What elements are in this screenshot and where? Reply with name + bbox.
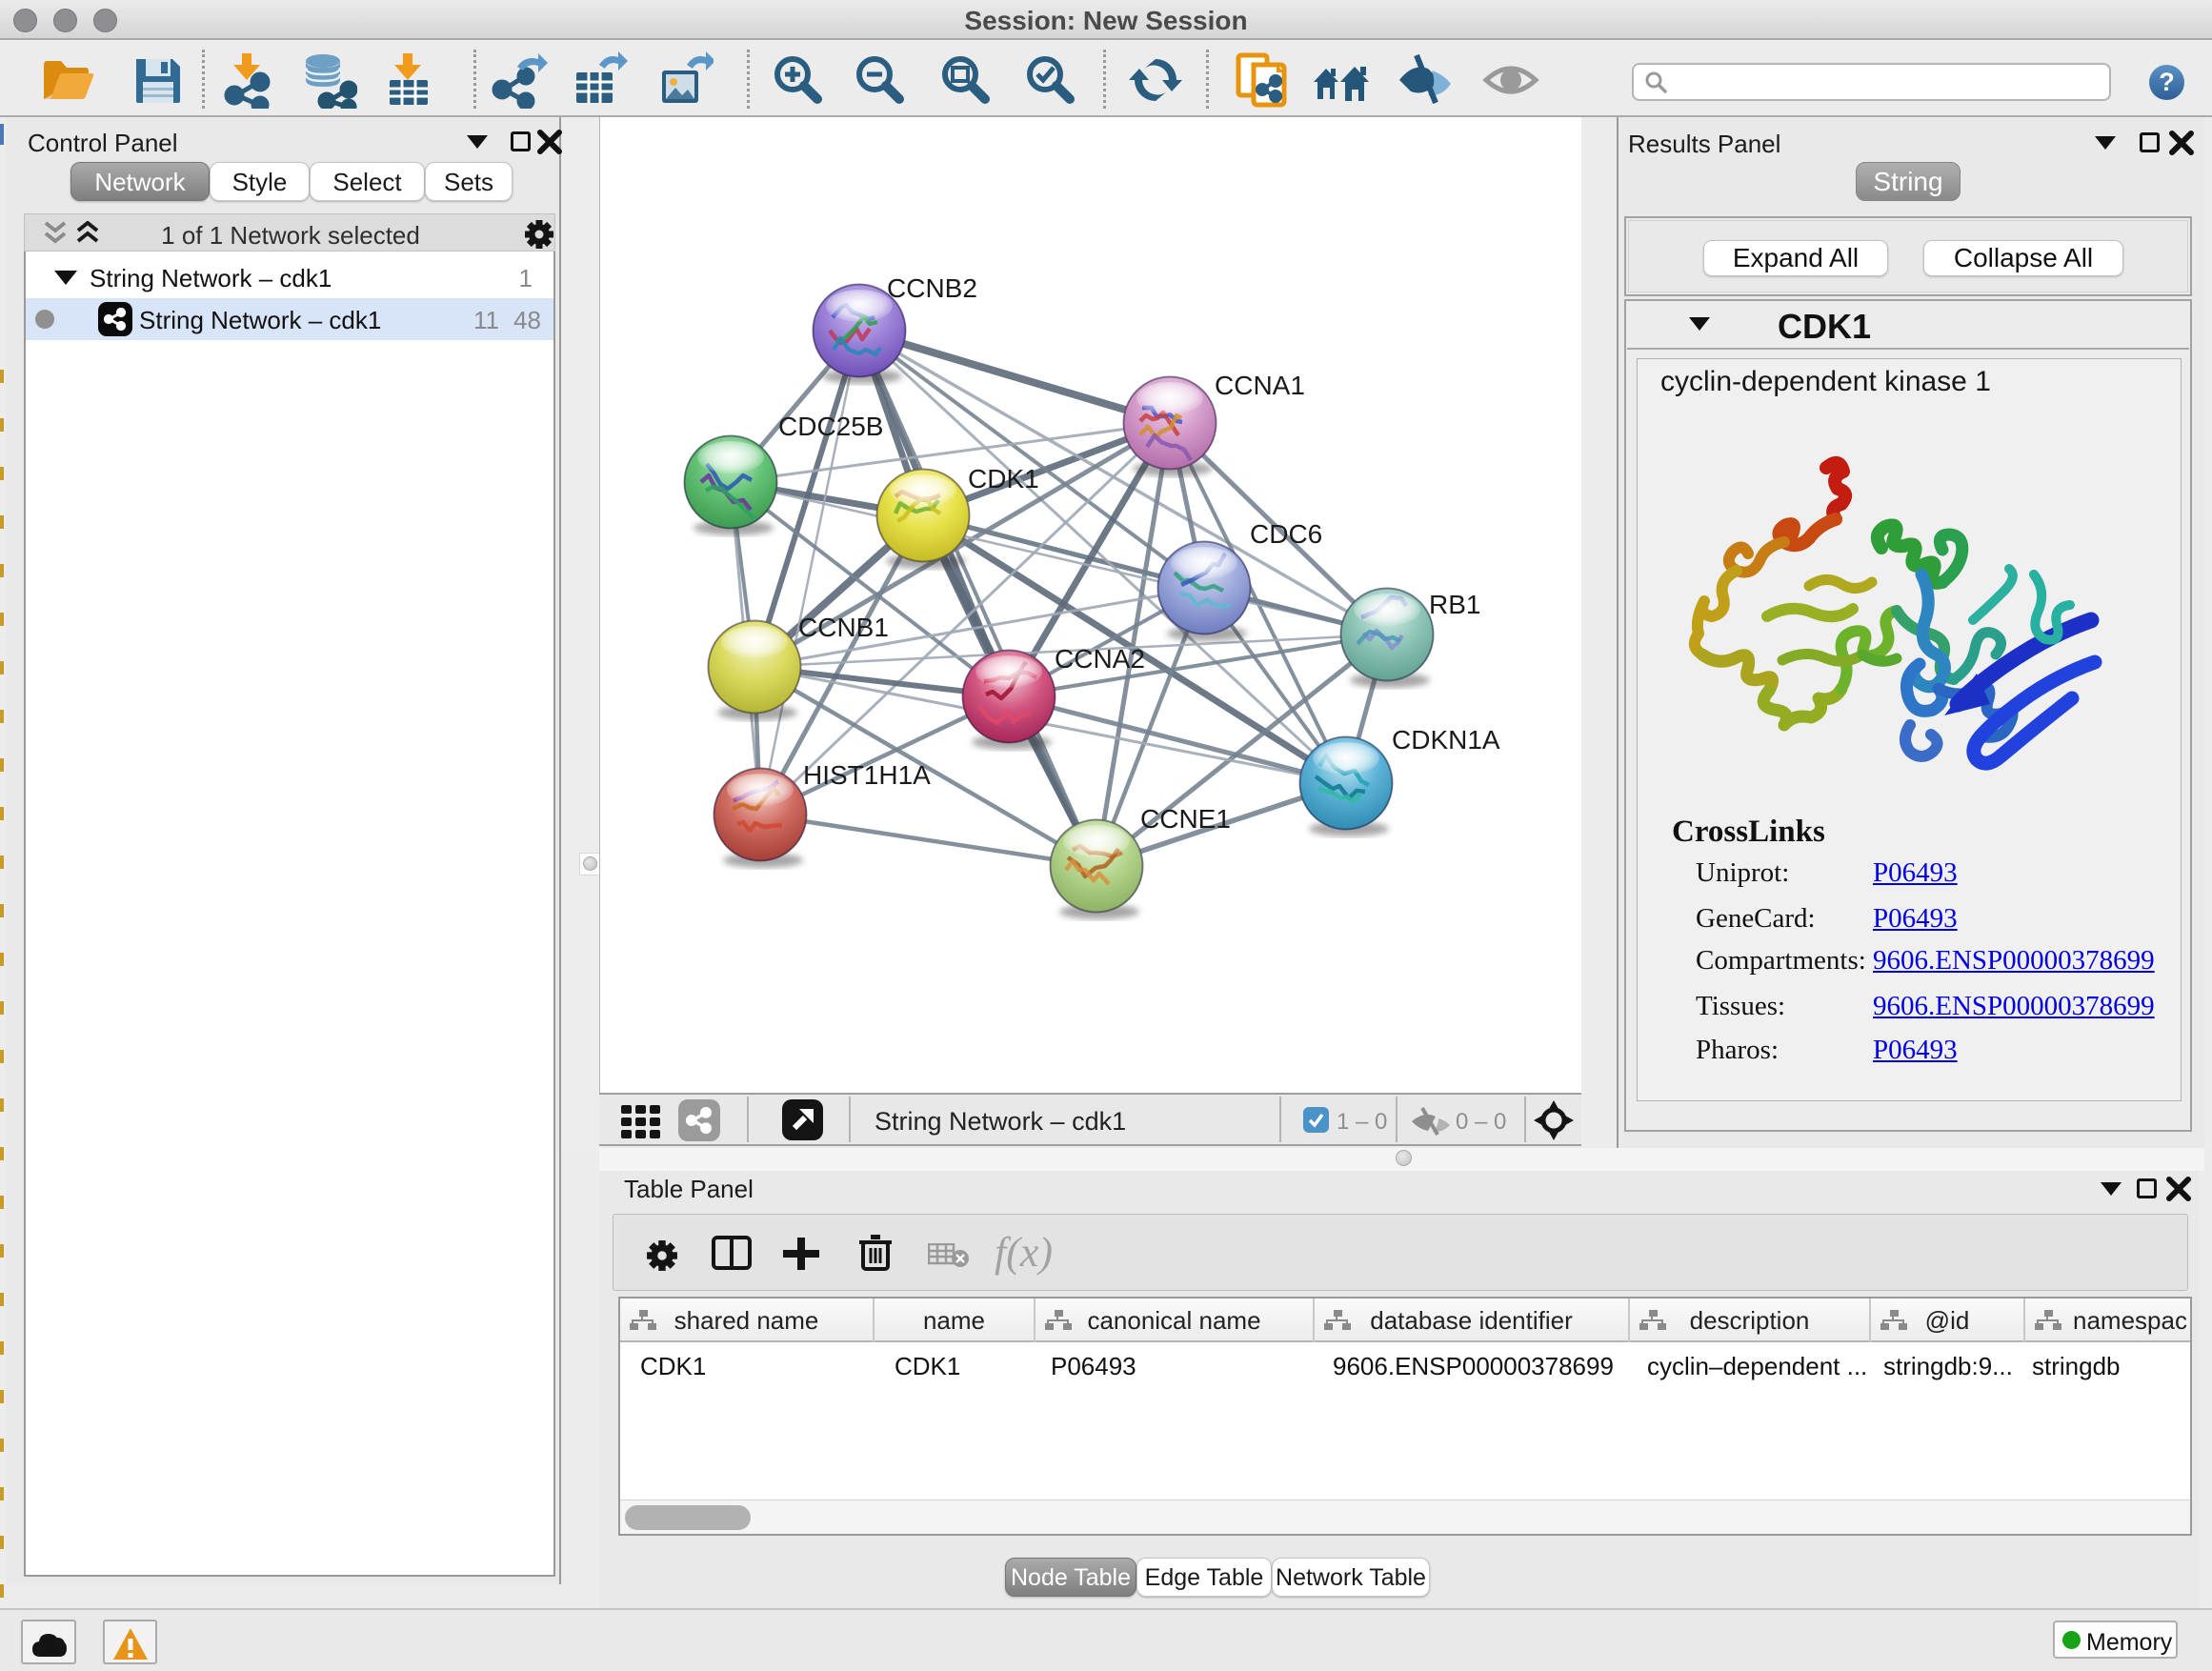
svg-text:CCNB1: CCNB1: [798, 613, 889, 642]
svg-text:CDKN1A: CDKN1A: [1392, 725, 1500, 755]
svg-text:RB1: RB1: [1429, 590, 1480, 619]
svg-text:CCNE1: CCNE1: [1140, 804, 1231, 834]
svg-text:CCNA2: CCNA2: [1055, 644, 1145, 674]
svg-text:CCNB2: CCNB2: [887, 273, 977, 303]
svg-text:CDC6: CDC6: [1250, 519, 1322, 549]
svg-text:CDK1: CDK1: [968, 464, 1039, 493]
svg-text:CCNA1: CCNA1: [1215, 371, 1305, 400]
svg-text:CDC25B: CDC25B: [778, 412, 883, 441]
svg-text:HIST1H1A: HIST1H1A: [803, 760, 931, 790]
